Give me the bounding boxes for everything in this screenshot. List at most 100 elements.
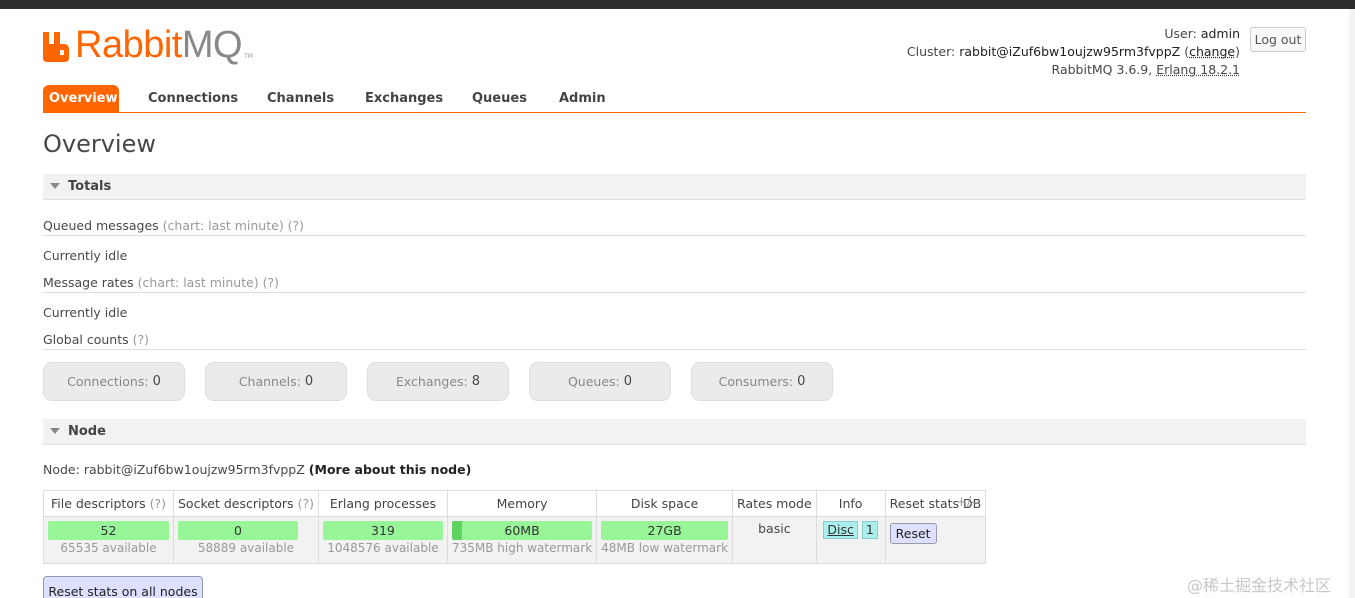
message-rates-label: Message rates bbox=[43, 275, 134, 290]
queued-messages-label: Queued messages bbox=[43, 218, 159, 233]
message-rates-hint[interactable]: (chart: last minute) (?) bbox=[138, 275, 279, 290]
col-disk-space: Disk space bbox=[596, 490, 734, 517]
col-memory: Memory bbox=[446, 490, 598, 517]
node-heading: Node bbox=[68, 424, 106, 439]
count-channels-label: Channels: bbox=[238, 374, 301, 389]
logout-button[interactable]: Log out bbox=[1250, 27, 1306, 52]
count-exchanges-label: Exchanges: bbox=[395, 374, 468, 389]
totals-section-toggle[interactable]: Totals bbox=[43, 174, 1306, 200]
count-channels[interactable]: Channels: 0 bbox=[205, 362, 347, 401]
reset-stats-db-button[interactable]: Reset bbox=[889, 523, 937, 544]
table-header-row: File descriptors (?) Socket descriptors … bbox=[43, 490, 987, 517]
erlang-processes-bar: 319 bbox=[322, 521, 443, 540]
reset-stats-all-nodes-button[interactable]: Reset stats on all nodes bbox=[43, 576, 203, 598]
count-exchanges[interactable]: Exchanges: 8 bbox=[367, 362, 509, 401]
col-info: Info bbox=[815, 490, 886, 517]
file-descriptors-available: 65535 available bbox=[60, 541, 157, 555]
global-counts-hint[interactable]: (?) bbox=[133, 332, 149, 347]
disk-space-bar: 27GB bbox=[601, 521, 729, 540]
global-counts-label: Global counts bbox=[43, 332, 129, 347]
login-info: User: admin Cluster: rabbit@iZuf6bw1oujz… bbox=[907, 25, 1240, 79]
col-file-descriptors: File descriptors (?) bbox=[43, 490, 174, 517]
count-queues-label: Queues: bbox=[567, 374, 620, 389]
cluster-value: rabbit@iZuf6bw1oujzw95rm3fvppZ bbox=[959, 44, 1181, 59]
divider bbox=[43, 235, 1306, 236]
cell-rates-mode: basic bbox=[732, 516, 817, 564]
tab-exchanges[interactable]: Exchanges bbox=[365, 85, 443, 112]
tab-queues[interactable]: Queues bbox=[472, 85, 527, 112]
erlang-version[interactable]: Erlang 18.2.1 bbox=[1156, 62, 1240, 77]
user-value: admin bbox=[1200, 26, 1240, 41]
totals-heading: Totals bbox=[68, 179, 112, 194]
count-queues[interactable]: Queues: 0 bbox=[529, 362, 671, 401]
logo-mq-text: MQ bbox=[181, 24, 243, 66]
disk-space-value: 27GB bbox=[647, 523, 682, 538]
cell-disk-space: 27GB 48MB low watermark bbox=[596, 516, 734, 564]
node-stats-table: File descriptors (?) Socket descriptors … bbox=[43, 490, 987, 564]
col-erlang-processes: Erlang processes bbox=[317, 490, 448, 517]
logo-rabbit-text: Rabbit bbox=[75, 24, 182, 66]
user-label: User: bbox=[1164, 26, 1197, 41]
count-exchanges-value: 8 bbox=[471, 374, 481, 389]
disk-space-watermark: 48MB low watermark bbox=[601, 541, 729, 555]
table-row: 52 65535 available 0 58889 available 319… bbox=[43, 516, 987, 564]
col-socket-descriptors: Socket descriptors (?) bbox=[173, 490, 319, 517]
cell-file-descriptors: 52 65535 available bbox=[43, 516, 174, 564]
tab-admin[interactable]: Admin bbox=[559, 85, 606, 112]
node-section-toggle[interactable]: Node bbox=[43, 419, 1306, 445]
toggle-columns-link[interactable]: +/- bbox=[956, 495, 976, 510]
col-file-descriptors-label: File descriptors bbox=[50, 496, 146, 511]
site-watermark: @稀土掘金技术社区 bbox=[1187, 576, 1332, 595]
cell-memory: 60MB 735MB high watermark bbox=[446, 516, 598, 564]
version-line: RabbitMQ 3.6.9, Erlang 18.2.1 bbox=[907, 61, 1240, 79]
queued-messages-status: Currently idle bbox=[43, 248, 128, 263]
socket-descriptors-available: 58889 available bbox=[197, 541, 295, 555]
count-consumers-value: 0 bbox=[797, 374, 806, 389]
divider bbox=[43, 349, 1306, 350]
col-rates-mode: Rates mode bbox=[732, 490, 817, 517]
file-descriptors-bar: 52 bbox=[48, 521, 169, 540]
rates-mode-value: basic bbox=[758, 521, 791, 536]
page-title: Overview bbox=[43, 130, 156, 158]
collapse-triangle-icon bbox=[50, 428, 60, 434]
node-name: rabbit@iZuf6bw1oujzw95rm3fvppZ bbox=[83, 462, 305, 477]
col-socket-descriptors-label: Socket descriptors bbox=[178, 496, 294, 511]
logo-trademark: TM bbox=[244, 53, 253, 60]
socket-descriptors-hint[interactable]: (?) bbox=[298, 496, 314, 511]
cell-erlang-processes: 319 1048576 available bbox=[317, 516, 448, 564]
count-connections-label: Connections: bbox=[67, 374, 149, 389]
user-line: User: admin bbox=[907, 25, 1240, 43]
memory-bar: 60MB bbox=[451, 521, 593, 540]
tab-connections[interactable]: Connections bbox=[148, 85, 238, 112]
queued-messages-hint[interactable]: (chart: last minute) (?) bbox=[163, 218, 304, 233]
file-descriptors-hint[interactable]: (?) bbox=[150, 496, 166, 511]
node-line: Node: rabbit@iZuf6bw1oujzw95rm3fvppZ (Mo… bbox=[43, 462, 471, 477]
count-connections[interactable]: Connections: 0 bbox=[43, 362, 185, 401]
memory-watermark: 735MB high watermark bbox=[451, 541, 593, 555]
tab-channels[interactable]: Channels bbox=[267, 85, 334, 112]
main-nav-tabs: Overview Connections Channels Exchanges … bbox=[43, 85, 1306, 113]
cell-reset-stats-db: Reset bbox=[884, 516, 987, 564]
scrollbar[interactable] bbox=[1349, 9, 1355, 598]
queued-messages-title: Queued messages (chart: last minute) (?) bbox=[43, 218, 304, 233]
tab-overview[interactable]: Overview bbox=[43, 85, 119, 112]
cell-info: Disc 1 bbox=[815, 516, 886, 564]
erlang-processes-value: 319 bbox=[371, 523, 395, 538]
change-cluster-link[interactable]: change bbox=[1189, 44, 1235, 59]
count-channels-value: 0 bbox=[304, 374, 314, 389]
global-counts-title: Global counts (?) bbox=[43, 332, 149, 347]
info-disc-badge[interactable]: Disc bbox=[823, 521, 858, 539]
cluster-line: Cluster: rabbit@iZuf6bw1oujzw95rm3fvppZ … bbox=[907, 43, 1240, 61]
collapse-triangle-icon bbox=[50, 183, 60, 189]
more-about-node-link[interactable]: (More about this node) bbox=[309, 462, 472, 477]
browser-top-strip bbox=[0, 0, 1355, 9]
memory-value: 60MB bbox=[504, 523, 540, 538]
cell-socket-descriptors: 0 58889 available bbox=[173, 516, 319, 564]
socket-descriptors-value: 0 bbox=[234, 523, 242, 538]
count-consumers[interactable]: Consumers: 0 bbox=[691, 362, 833, 401]
info-count-badge: 1 bbox=[861, 521, 878, 539]
rabbitmq-logo[interactable]: RabbitMQ TM bbox=[43, 26, 253, 64]
logo-wordmark: RabbitMQ bbox=[75, 26, 243, 64]
count-queues-value: 0 bbox=[623, 374, 633, 389]
socket-descriptors-bar: 0 bbox=[178, 521, 298, 540]
